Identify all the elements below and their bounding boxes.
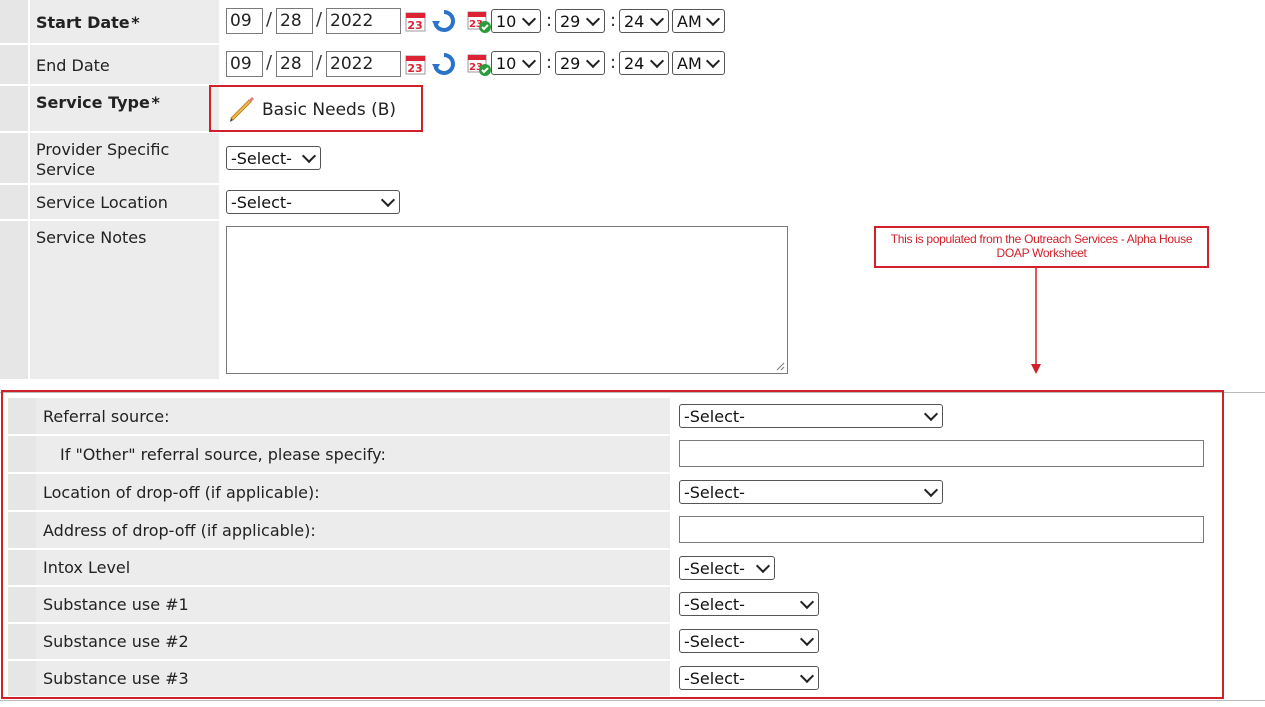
- start-hour-select[interactable]: 10: [491, 9, 541, 33]
- row-gutter: [0, 133, 28, 183]
- end-ampm-select[interactable]: AM: [672, 51, 725, 75]
- end-month-input[interactable]: 09: [226, 51, 263, 77]
- end-year-input[interactable]: 2022: [326, 51, 401, 77]
- service-notes-label: Service Notes: [30, 221, 219, 379]
- annotation-callout: This is populated from the Outreach Serv…: [874, 226, 1209, 268]
- provider-specific-service-label: Provider Specific Service: [30, 133, 219, 183]
- other-referral-input[interactable]: [679, 440, 1204, 467]
- calendar-check-icon[interactable]: 23: [466, 8, 492, 34]
- row-gutter: [0, 185, 28, 219]
- service-notes-textarea[interactable]: [226, 226, 788, 374]
- svg-text:23: 23: [407, 62, 422, 75]
- row-gutter: [8, 661, 36, 696]
- row-gutter: [8, 624, 36, 659]
- dropoff-location-select[interactable]: -Select-: [679, 480, 943, 504]
- time-separator: :: [610, 52, 617, 73]
- substance-1-label: Substance use #1: [43, 595, 189, 614]
- calendar-check-icon[interactable]: 23: [466, 51, 492, 77]
- date-separator: /: [266, 9, 273, 30]
- start-date-label: Start Date *: [30, 0, 219, 43]
- end-second-select[interactable]: 24: [619, 51, 669, 75]
- row-gutter: [8, 474, 36, 510]
- svg-text:23: 23: [407, 19, 422, 32]
- intox-level-select[interactable]: -Select-: [679, 556, 775, 580]
- service-type-label: Service Type *: [30, 86, 219, 131]
- calendar-icon[interactable]: 23: [403, 8, 429, 34]
- end-hour-select[interactable]: 10: [491, 51, 541, 75]
- row-gutter: [8, 398, 36, 434]
- row-gutter: [8, 587, 36, 622]
- substance-2-label: Substance use #2: [43, 632, 189, 651]
- substance-1-row: Substance use #1: [8, 587, 670, 622]
- substance-2-row: Substance use #2: [8, 624, 670, 659]
- row-gutter: [8, 512, 36, 548]
- intox-level-label: Intox Level: [43, 558, 131, 577]
- provider-specific-service-select[interactable]: -Select-: [226, 146, 321, 170]
- start-day-input[interactable]: 28: [276, 8, 313, 34]
- dropoff-location-label: Location of drop-off (if applicable):: [43, 482, 320, 502]
- row-gutter: [0, 86, 28, 131]
- dropoff-address-input[interactable]: [679, 516, 1204, 543]
- start-second-select[interactable]: 24: [619, 9, 669, 33]
- time-separator: :: [610, 10, 617, 31]
- time-separator: :: [546, 52, 553, 73]
- start-ampm-select[interactable]: AM: [672, 9, 725, 33]
- date-separator: /: [316, 52, 323, 73]
- other-referral-row: If "Other" referral source, please speci…: [8, 436, 670, 472]
- annotation-arrow: [1031, 268, 1041, 374]
- end-minute-select[interactable]: 29: [555, 51, 605, 75]
- time-separator: :: [546, 10, 553, 31]
- row-gutter: [0, 221, 28, 379]
- substance-3-select[interactable]: -Select-: [679, 666, 819, 690]
- pencil-icon[interactable]: [227, 94, 257, 124]
- dropoff-address-label: Address of drop-off (if applicable):: [43, 520, 316, 540]
- refresh-icon[interactable]: [431, 51, 457, 77]
- substance-2-select[interactable]: -Select-: [679, 629, 819, 653]
- date-separator: /: [266, 52, 273, 73]
- refresh-icon[interactable]: [431, 8, 457, 34]
- dropoff-location-row: Location of drop-off (if applicable):: [8, 474, 670, 510]
- start-minute-select[interactable]: 29: [555, 9, 605, 33]
- start-month-input[interactable]: 09: [226, 8, 263, 34]
- service-location-select[interactable]: -Select-: [226, 190, 400, 214]
- referral-source-label: Referral source:: [43, 406, 170, 426]
- service-location-label: Service Location: [30, 185, 219, 219]
- substance-3-label: Substance use #3: [43, 669, 189, 688]
- end-day-input[interactable]: 28: [276, 51, 313, 77]
- end-date-label: End Date: [30, 45, 219, 84]
- row-gutter: [8, 436, 36, 472]
- row-gutter: [8, 550, 36, 585]
- section-divider: [0, 700, 1265, 701]
- referral-source-select[interactable]: -Select-: [679, 404, 943, 428]
- service-type-value[interactable]: Basic Needs (B): [262, 100, 396, 120]
- row-gutter: [0, 0, 28, 43]
- substance-3-row: Substance use #3: [8, 661, 670, 696]
- row-gutter: [0, 45, 28, 84]
- calendar-icon[interactable]: 23: [403, 51, 429, 77]
- date-separator: /: [316, 9, 323, 30]
- substance-1-select[interactable]: -Select-: [679, 592, 819, 616]
- referral-source-row: Referral source:: [8, 398, 670, 434]
- start-year-input[interactable]: 2022: [326, 8, 401, 34]
- other-referral-label: If "Other" referral source, please speci…: [60, 444, 386, 464]
- dropoff-address-row: Address of drop-off (if applicable):: [8, 512, 670, 548]
- resize-handle-icon[interactable]: [775, 361, 785, 371]
- intox-level-row: Intox Level: [8, 550, 670, 585]
